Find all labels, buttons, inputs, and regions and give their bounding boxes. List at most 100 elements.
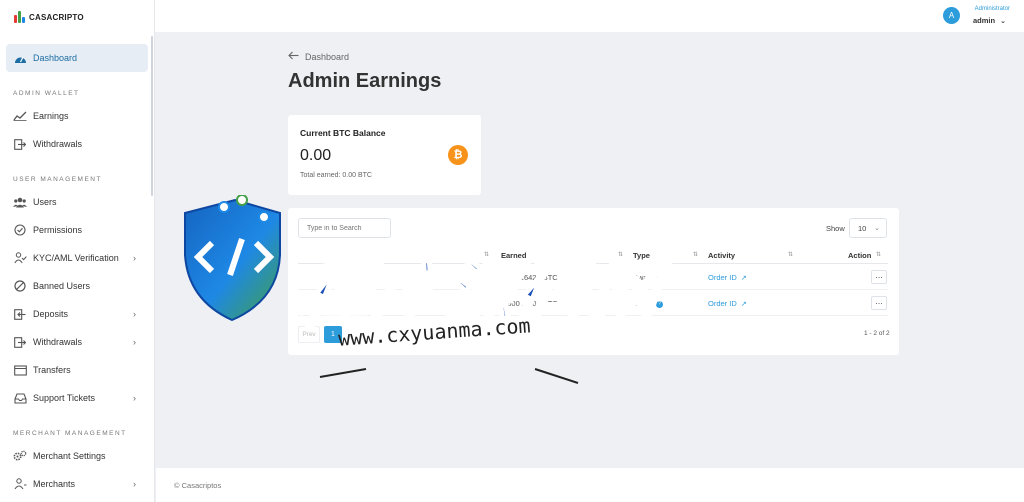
page-size-value: 10 [858, 223, 867, 233]
sidebar-item-earnings[interactable]: Earnings [0, 102, 154, 130]
table-row: 0.00016421 BTC Swap ? Order ID ↗ … [298, 265, 888, 290]
chevron-down-icon: ⌄ [874, 225, 880, 232]
earnings-table-card: Show 10 ⌄ ⇅ Earned ⇅ Type ⇅ Activity ⇅ A… [288, 208, 899, 355]
brand-logo[interactable]: CASACRIPTO [0, 0, 154, 34]
external-link-icon: ↗ [740, 275, 747, 282]
sidebar-item-label: Permissions [33, 225, 83, 235]
chevron-right-icon: › [133, 479, 136, 489]
order-link[interactable]: Order ID [708, 273, 737, 282]
sidebar-item-merchants[interactable]: Merchants › [0, 470, 154, 498]
column-earned[interactable]: Earned [501, 251, 526, 260]
row-actions-button[interactable]: … [871, 296, 887, 310]
arrow-left-icon [288, 51, 299, 62]
balance-label: Current BTC Balance [300, 128, 386, 138]
section-user-management: USER MANAGEMENT [13, 175, 102, 183]
chevron-right-icon: › [133, 337, 136, 347]
sidebar-item-label: Banned Users [33, 281, 91, 291]
sidebar-item-permissions[interactable]: Permissions [0, 216, 154, 244]
user-role: Administrator [974, 6, 1010, 12]
help-icon[interactable]: ? [655, 274, 663, 282]
earned-cell: 0.00016421 BTC [501, 273, 558, 282]
sidebar-item-label: Withdrawals [33, 139, 83, 149]
chevron-right-icon: › [133, 393, 136, 403]
sidebar-item-label: Merchant Settings [33, 451, 106, 461]
balance-value: 0.00 [300, 147, 332, 164]
check-circle-icon [13, 223, 27, 237]
chevron-right-icon: › [133, 253, 136, 263]
sidebar: CASACRIPTO Dashboard ADMIN WALLET Earnin… [0, 0, 155, 502]
table-row: 0.00014502 BTC Swap ? Order ID ↗ … [298, 291, 888, 316]
sidebar-item-label: Earnings [33, 111, 69, 121]
sidebar-item-withdrawals-users[interactable]: Withdrawals › [0, 328, 154, 356]
type-cell: Swap ? [633, 299, 663, 308]
column-activity[interactable]: Activity [708, 251, 735, 260]
sort-icon[interactable]: ⇅ [618, 251, 623, 258]
search-input[interactable] [298, 218, 391, 238]
inbox-icon [13, 391, 27, 405]
sidebar-item-withdrawals[interactable]: Withdrawals [0, 130, 154, 158]
sidebar-item-transfers[interactable]: Transfers [0, 356, 154, 384]
sidebar-item-label: Deposits [33, 309, 69, 319]
sidebar-item-kyc[interactable]: KYC/AML Verification › [0, 244, 154, 272]
pagination-page[interactable]: 1 [324, 326, 342, 343]
type-value: Swap [633, 273, 652, 282]
footer: © Casacriptos [156, 468, 1024, 502]
footer-copyright: © Casacriptos [174, 481, 222, 490]
activity-cell[interactable]: Order ID ↗ [708, 273, 747, 282]
sidebar-item-banned-users[interactable]: Banned Users [0, 272, 154, 300]
sort-icon[interactable]: ⇅ [788, 251, 793, 258]
section-admin-wallet: ADMIN WALLET [13, 89, 80, 97]
chart-line-icon [13, 109, 27, 123]
back-link[interactable]: Dashboard [288, 51, 349, 62]
column-action[interactable]: Action [848, 251, 871, 260]
avatar[interactable]: A [943, 7, 960, 24]
help-icon[interactable]: ? [655, 300, 663, 308]
sidebar-item-label: Merchants [33, 479, 76, 489]
user-tie-icon [13, 477, 27, 491]
total-earned: Total earned: 0.00 BTC [300, 172, 372, 179]
section-merchant-management: MERCHANT MANAGEMENT [13, 429, 127, 437]
row-actions-button[interactable]: … [871, 270, 887, 284]
gears-icon [13, 449, 27, 463]
sidebar-item-label: Dashboard [33, 53, 78, 63]
import-icon [13, 307, 27, 321]
show-label: Show [826, 224, 845, 233]
sidebar-item-merchant-settings[interactable]: Merchant Settings [0, 442, 154, 470]
topbar: A Administrator admin ⌄ [155, 0, 1024, 32]
sidebar-item-support-tickets[interactable]: Support Tickets › [0, 384, 154, 412]
logo-mark-icon [14, 11, 25, 23]
sidebar-item-deposits[interactable]: Deposits › [0, 300, 154, 328]
user-check-icon [13, 251, 27, 265]
sidebar-item-label: KYC/AML Verification [33, 253, 119, 263]
balance-card: Current BTC Balance 0.00 Total earned: 0… [288, 115, 481, 195]
column-type[interactable]: Type [633, 251, 650, 260]
pagination-info: 1 - 2 of 2 [864, 330, 890, 337]
table-header: ⇅ Earned ⇅ Type ⇅ Activity ⇅ Action ⇅ [298, 246, 888, 264]
sidebar-item-label: Support Tickets [33, 393, 96, 403]
pagination-prev[interactable]: Prev [298, 326, 320, 343]
sidebar-item-label: Users [33, 197, 57, 207]
activity-cell[interactable]: Order ID ↗ [708, 299, 747, 308]
page-size-select[interactable]: 10 ⌄ [849, 218, 887, 238]
back-label: Dashboard [305, 51, 350, 62]
chevron-down-icon: ⌄ [1000, 18, 1006, 25]
users-icon [13, 195, 27, 209]
sort-icon[interactable]: ⇅ [876, 251, 881, 258]
earned-cell: 0.00014502 BTC [501, 299, 558, 308]
sidebar-item-dashboard[interactable]: Dashboard [6, 44, 148, 72]
sidebar-item-users[interactable]: Users [0, 188, 154, 216]
brand-name: CASACRIPTO [29, 12, 84, 22]
sort-icon[interactable]: ⇅ [693, 251, 698, 258]
username: admin [972, 16, 996, 25]
chevron-right-icon: › [133, 309, 136, 319]
export-icon [13, 335, 27, 349]
user-menu[interactable]: admin ⌄ [973, 16, 1006, 25]
order-link[interactable]: Order ID [708, 299, 737, 308]
ban-icon [13, 279, 27, 293]
sort-icon[interactable]: ⇅ [484, 251, 489, 258]
type-cell: Swap ? [633, 273, 663, 282]
export-icon [13, 137, 27, 151]
transfer-icon [13, 363, 27, 377]
gauge-icon [13, 51, 27, 65]
sidebar-item-label: Withdrawals [33, 337, 83, 347]
